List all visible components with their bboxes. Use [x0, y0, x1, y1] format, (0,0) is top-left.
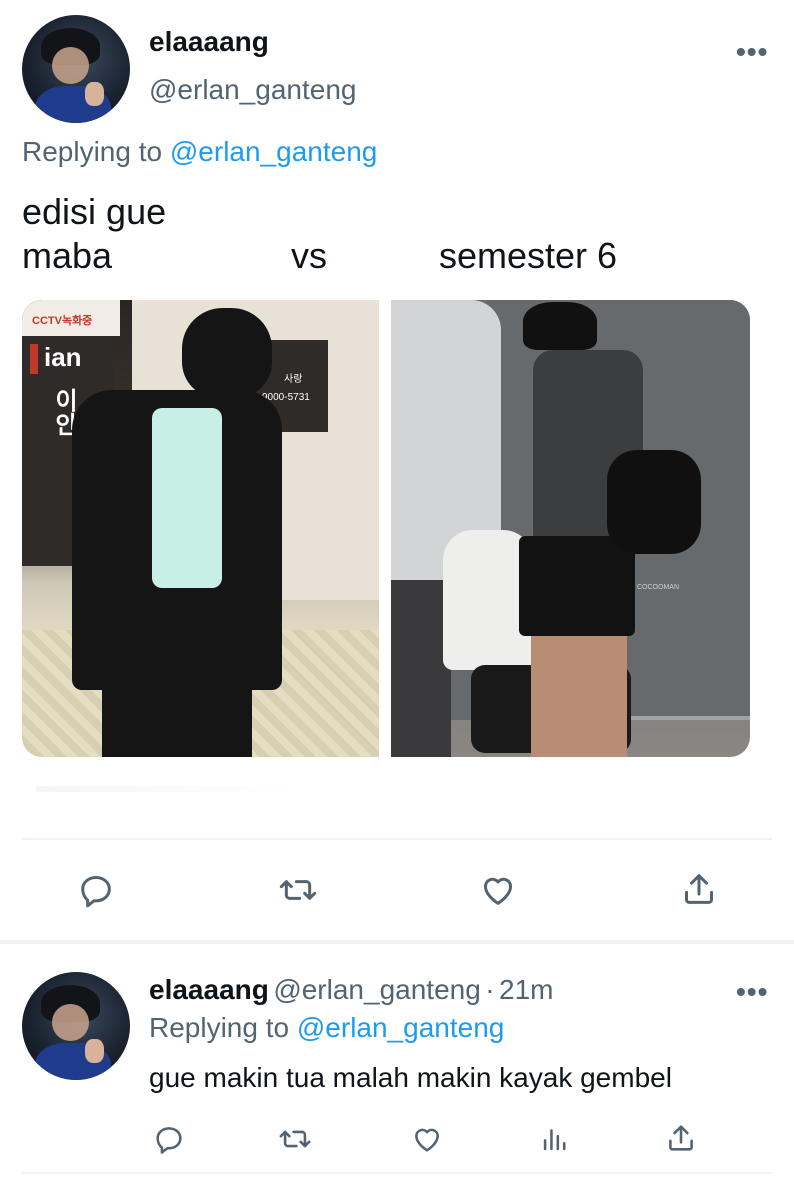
reply-icon[interactable] — [76, 870, 116, 910]
standing-person-shorts — [519, 536, 635, 636]
reply-handle[interactable]: @erlan_ganteng — [273, 974, 480, 1005]
person-legs — [102, 590, 252, 757]
reply-separator: · — [485, 974, 495, 1005]
railing — [631, 716, 750, 720]
replying-mention-link[interactable]: @erlan_ganteng — [170, 136, 377, 167]
photo-watermark: COCOOMAN — [637, 584, 679, 591]
hoodie-person-legs — [391, 580, 451, 757]
avatar[interactable] — [22, 15, 130, 123]
reply-text: gue makin tua malah makin kayak gembel — [149, 1062, 672, 1093]
poster-small-text: 사랑 — [284, 374, 303, 385]
retweet-icon[interactable] — [277, 1122, 313, 1156]
tweet-text-vs: vs — [291, 235, 327, 276]
reply-timestamp[interactable]: 21m — [499, 974, 553, 1005]
sign-board: CCTV녹화중 — [22, 300, 120, 336]
more-options-button[interactable]: ••• — [736, 36, 768, 68]
like-icon[interactable] — [409, 1122, 445, 1156]
sign-red-strip — [30, 344, 38, 374]
sign-ian-text: ian — [44, 342, 82, 372]
standing-person-cap — [523, 302, 597, 350]
faint-line — [36, 786, 296, 792]
reply-replying-to: Replying to @erlan_ganteng — [149, 1012, 504, 1044]
tweet-text-line1: edisi gue — [22, 191, 167, 232]
replying-prefix: Replying to — [22, 136, 170, 167]
reply-icon[interactable] — [152, 1122, 186, 1156]
reply-display-name[interactable]: elaaaang — [149, 974, 269, 1005]
tweet-photo-left[interactable]: CCTV녹화중 ian 이안 사랑 9000-5731 — [22, 300, 379, 757]
avatar-hand — [84, 1038, 105, 1063]
bottom-divider — [22, 1172, 772, 1174]
replying-to: Replying to @erlan_ganteng — [22, 136, 377, 168]
reply-header: elaaaang @erlan_ganteng · 21m — [149, 974, 554, 1006]
actions-divider — [22, 838, 772, 840]
share-icon[interactable] — [664, 1120, 698, 1156]
sign-cctv-text: CCTV녹화중 — [32, 315, 93, 327]
tweet-separator — [0, 940, 794, 944]
tweet-text-semester: semester 6 — [439, 235, 618, 276]
avatar-hand — [84, 81, 105, 106]
avatar-face — [52, 1004, 89, 1042]
author-handle[interactable]: @erlan_ganteng — [149, 74, 356, 106]
author-display-name[interactable]: elaaaang — [149, 26, 269, 58]
reply-more-options-button[interactable]: ••• — [736, 976, 768, 1008]
reply-replying-mention-link[interactable]: @erlan_ganteng — [297, 1012, 504, 1043]
like-icon[interactable] — [477, 870, 519, 910]
tweet-text-maba: maba — [22, 235, 113, 276]
person-shirt — [152, 408, 222, 588]
analytics-icon[interactable] — [538, 1122, 572, 1156]
person-hair — [182, 308, 272, 398]
shoulder-bag — [607, 450, 701, 554]
reply-replying-prefix: Replying to — [149, 1012, 297, 1043]
tweet-photo-right[interactable]: COCOOMAN — [391, 300, 750, 757]
reply-avatar[interactable] — [22, 972, 130, 1080]
share-icon[interactable] — [679, 868, 719, 910]
retweet-icon[interactable] — [277, 870, 319, 910]
standing-person-legs — [531, 636, 627, 757]
avatar-face — [52, 47, 89, 85]
